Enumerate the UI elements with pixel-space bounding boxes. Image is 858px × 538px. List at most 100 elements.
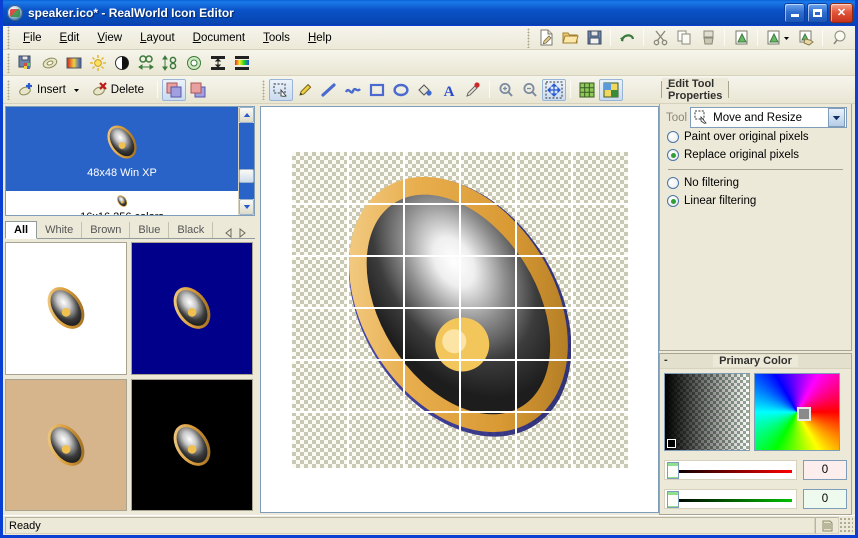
main-toolbar-gripper[interactable] xyxy=(525,27,532,48)
scroll-thumb[interactable] xyxy=(239,169,254,183)
send-to-back-icon[interactable] xyxy=(186,79,210,101)
copy-pages-icon[interactable] xyxy=(672,27,696,49)
red-slider[interactable] xyxy=(664,460,797,480)
canvas-checkerboard[interactable] xyxy=(291,151,628,468)
horizontal-resize-icon[interactable] xyxy=(134,52,158,74)
minimize-button[interactable] xyxy=(784,2,805,23)
icon-list-scrollbar[interactable] xyxy=(238,107,254,215)
color-cursor[interactable] xyxy=(797,407,811,421)
green-slider-knob[interactable] xyxy=(667,491,679,508)
layers-preview-icon[interactable] xyxy=(599,78,623,101)
image-green-icon[interactable] xyxy=(729,27,753,49)
paste-brush-icon[interactable] xyxy=(696,27,720,49)
curve-icon[interactable] xyxy=(341,79,365,101)
zoom-in-icon[interactable] xyxy=(494,79,518,101)
save-palette-icon[interactable] xyxy=(14,52,38,74)
cut-scissors-icon[interactable] xyxy=(648,27,672,49)
menu-item-document[interactable]: Document xyxy=(184,29,254,47)
menu-item-layout[interactable]: Layout xyxy=(131,29,184,47)
maximize-button[interactable] xyxy=(807,2,828,23)
alpha-cursor[interactable] xyxy=(667,439,676,448)
chevron-down-icon[interactable] xyxy=(828,108,845,127)
option-linear-filtering[interactable]: Linear filtering xyxy=(660,192,851,210)
undo-arrow-icon[interactable] xyxy=(615,27,639,49)
radio-replace[interactable] xyxy=(667,149,679,161)
bring-to-front-icon[interactable] xyxy=(162,78,187,101)
menu-item-tools[interactable]: Tools xyxy=(254,29,299,47)
radio-linear-filtering[interactable] xyxy=(667,195,679,207)
tool-dropdown[interactable]: Move and Resize xyxy=(690,107,847,128)
effects-toolbar-gripper[interactable] xyxy=(5,52,12,73)
green-value-field[interactable]: 0 xyxy=(803,489,847,509)
edit-tool-panel-header[interactable]: - Edit Tool Properties xyxy=(661,78,730,102)
icon-list[interactable]: 48x48 Win XP 16x16 256 colors xyxy=(5,106,255,216)
editor-canvas[interactable] xyxy=(260,106,659,513)
text-icon[interactable]: A xyxy=(437,79,461,101)
preview-brown[interactable] xyxy=(5,378,127,511)
preview-black[interactable] xyxy=(131,378,253,511)
save-disk-icon[interactable] xyxy=(582,27,606,49)
chevron-down-icon[interactable] xyxy=(239,199,254,215)
insert-button[interactable]: Insert xyxy=(14,79,84,101)
red-slider-knob[interactable] xyxy=(667,462,679,479)
draw-tools-gripper[interactable] xyxy=(260,79,267,100)
grid-icon[interactable] xyxy=(575,79,599,101)
flip-horizontal-icon[interactable] xyxy=(206,52,230,74)
new-document-icon[interactable] xyxy=(534,27,558,49)
hand-image-icon[interactable] xyxy=(794,27,818,49)
preview-white[interactable] xyxy=(5,242,127,375)
menu-item-file[interactable]: File xyxy=(14,29,51,47)
gradient-icon[interactable] xyxy=(62,52,86,74)
menu-item-help[interactable]: Help xyxy=(299,29,341,47)
menu-item-view[interactable]: View xyxy=(88,29,131,47)
rectangle-select-icon[interactable] xyxy=(269,78,293,101)
tab-white[interactable]: White xyxy=(37,222,83,238)
ellipse-icon[interactable] xyxy=(389,79,413,101)
alpha-gradient-box[interactable] xyxy=(664,373,750,451)
glow-circle-icon[interactable] xyxy=(182,52,206,74)
radio-no-filtering[interactable] xyxy=(667,177,679,189)
vertical-resize-icon[interactable] xyxy=(158,52,182,74)
document-stack-icon[interactable] xyxy=(815,517,839,534)
icon-list-item-16[interactable]: 16x16 256 colors xyxy=(6,191,238,215)
layer-toolbar-gripper[interactable] xyxy=(5,79,12,100)
chevron-up-icon[interactable] xyxy=(239,107,254,123)
tab-black[interactable]: Black xyxy=(169,222,214,238)
triangle-left-icon[interactable] xyxy=(224,228,233,238)
icon-list-item-48[interactable]: 48x48 Win XP xyxy=(6,107,238,191)
tab-brown[interactable]: Brown xyxy=(82,222,131,238)
move-tool-icon[interactable] xyxy=(542,78,566,101)
option-paint-over[interactable]: Paint over original pixels xyxy=(660,128,851,146)
collapse-glyph[interactable]: - xyxy=(664,354,668,366)
delete-button[interactable]: Delete xyxy=(88,79,153,101)
eyedropper-icon[interactable] xyxy=(461,79,485,101)
resize-grip[interactable] xyxy=(839,517,853,534)
tab-blue[interactable]: Blue xyxy=(130,222,170,238)
radio-paint-over[interactable] xyxy=(667,131,679,143)
ellipse-shade-icon[interactable] xyxy=(38,52,62,74)
triangle-right-icon[interactable] xyxy=(238,228,247,238)
menu-item-edit[interactable]: Edit xyxy=(51,29,89,47)
line-icon[interactable] xyxy=(317,79,341,101)
tab-all[interactable]: All xyxy=(5,221,38,239)
image-dropdown-icon[interactable] xyxy=(762,27,794,49)
open-folder-icon[interactable] xyxy=(558,27,582,49)
color-bar-icon[interactable] xyxy=(230,52,254,74)
collapse-glyph[interactable]: - xyxy=(666,82,670,94)
color-wheel-box[interactable] xyxy=(754,373,840,451)
fill-bucket-icon[interactable] xyxy=(413,79,437,101)
pencil-icon[interactable] xyxy=(293,79,317,101)
option-no-filtering[interactable]: No filtering xyxy=(660,174,851,192)
preview-blue[interactable] xyxy=(131,242,253,375)
option-replace[interactable]: Replace original pixels xyxy=(660,146,851,164)
brightness-sun-icon[interactable] xyxy=(86,52,110,74)
rectangle-icon[interactable] xyxy=(365,79,389,101)
close-button[interactable]: ✕ xyxy=(830,2,853,23)
green-slider[interactable] xyxy=(664,489,797,509)
contrast-icon[interactable] xyxy=(110,52,134,74)
zoom-out-icon[interactable] xyxy=(518,79,542,101)
scroll-track[interactable] xyxy=(239,123,254,199)
bulb-icon[interactable] xyxy=(827,27,851,49)
red-value-field[interactable]: 0 xyxy=(803,460,847,480)
primary-color-panel-header[interactable]: - Primary Color xyxy=(660,354,851,369)
